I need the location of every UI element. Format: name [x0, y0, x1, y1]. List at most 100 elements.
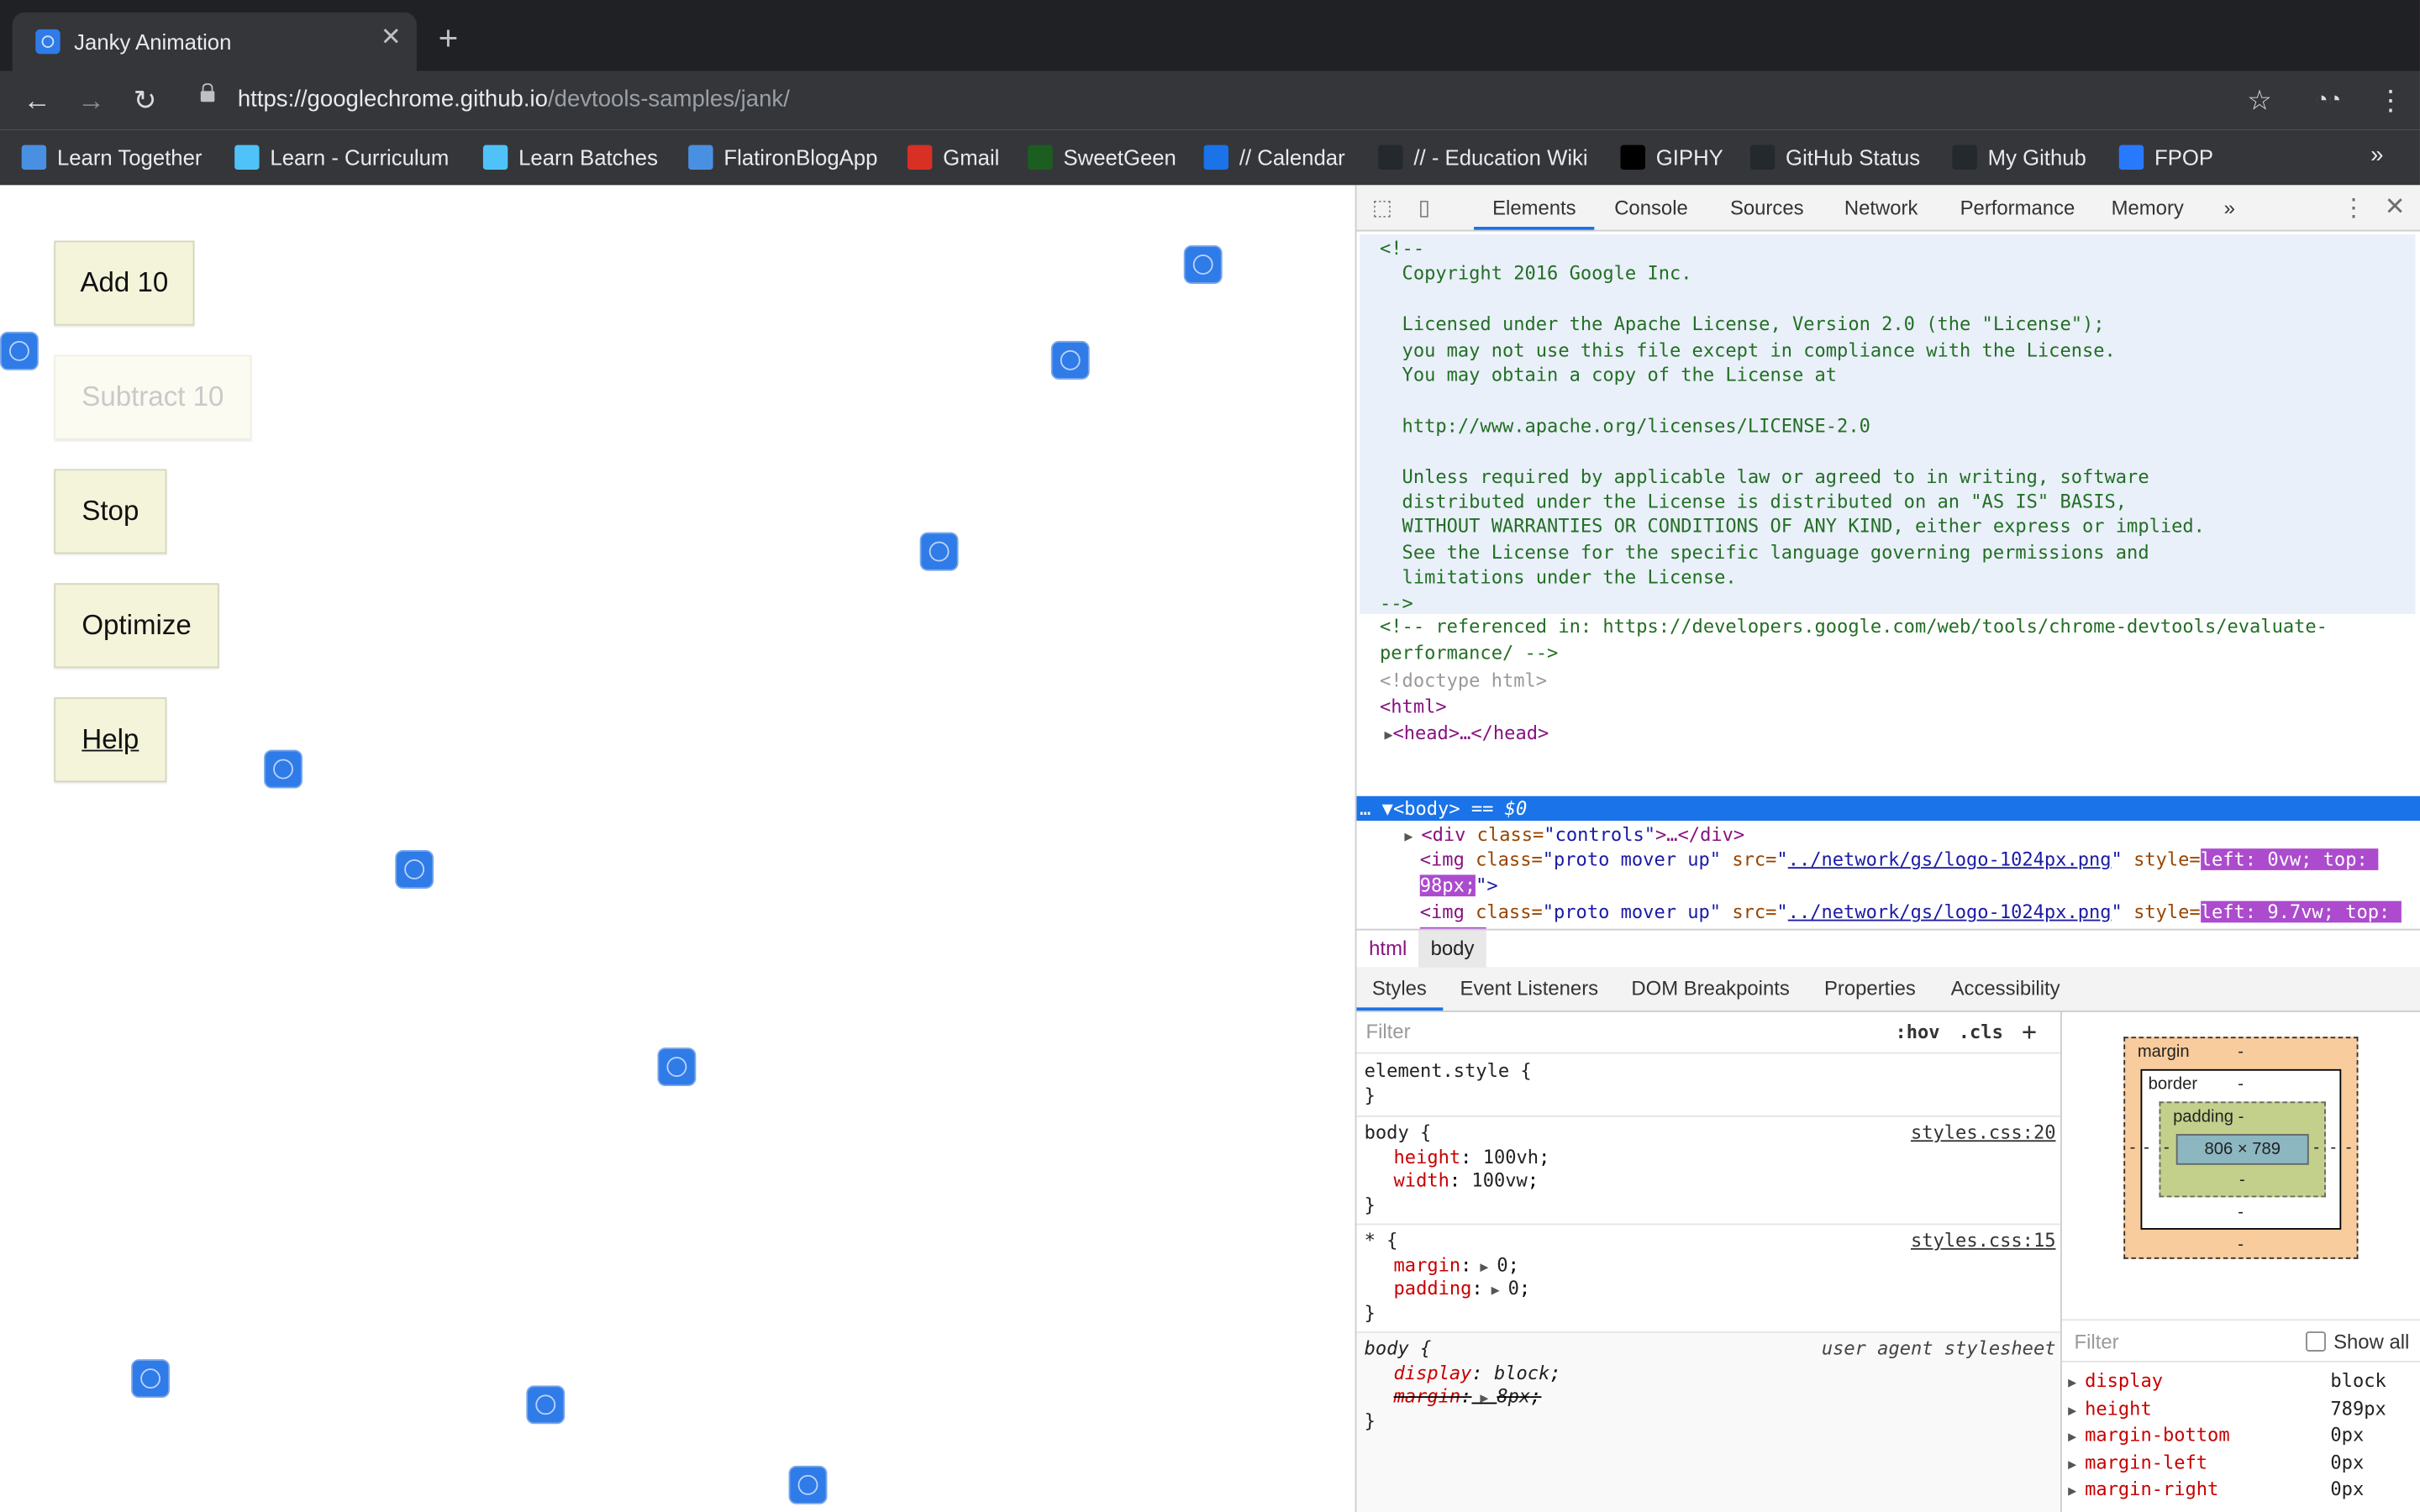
- tab-event-listeners[interactable]: Event Listeners: [1460, 977, 1599, 1000]
- show-all-checkbox[interactable]: [2306, 1331, 2326, 1352]
- inspect-element-icon[interactable]: ⬚: [1372, 194, 1392, 220]
- computed-property-row[interactable]: ▶ height 789px: [2068, 1397, 2417, 1423]
- device-toolbar-icon[interactable]: ▯: [1418, 194, 1430, 220]
- license-comment-line[interactable]: distributed under the License is distrib…: [1380, 489, 2128, 514]
- referenced-comment-line[interactable]: performance/ -->: [1380, 640, 1558, 666]
- styles-css-20-link[interactable]: styles.css:20: [1911, 1121, 2056, 1143]
- padding-bottom-value: -: [2239, 1171, 2245, 1190]
- bookmark-item[interactable]: Learn Batches: [482, 142, 658, 173]
- box-model-padding[interactable]: padding - - - - 806 × 789: [2159, 1101, 2326, 1198]
- img-style-continuation[interactable]: 98px;">: [1419, 874, 1498, 900]
- bookmark-item[interactable]: // Calendar: [1203, 142, 1345, 173]
- doctype-node[interactable]: <!doctype html>: [1380, 668, 1547, 694]
- tab-dom-breakpoints[interactable]: DOM Breakpoints: [1631, 977, 1789, 1000]
- help-link[interactable]: Help: [82, 723, 139, 756]
- reload-icon[interactable]: ↻: [128, 83, 161, 117]
- tab-memory[interactable]: Memory: [2112, 196, 2184, 219]
- bookmark-item[interactable]: GitHub Status: [1749, 142, 1920, 173]
- browser-tab[interactable]: Janky Animation ✕: [12, 12, 417, 71]
- bookmark-item[interactable]: SweetGeen: [1028, 142, 1176, 173]
- element-style-selector[interactable]: element.style {: [1365, 1060, 1532, 1084]
- sidebar-tabbar: Styles Event Listeners DOM Breakpoints P…: [1356, 967, 2420, 1012]
- computed-property-row[interactable]: ▶ margin-left 0px: [2068, 1451, 2417, 1477]
- hov-toggle[interactable]: :hov: [1895, 1021, 1939, 1043]
- bookmark-item[interactable]: Learn Together: [21, 142, 203, 173]
- computed-property-row[interactable]: ▶ display block: [2068, 1370, 2417, 1396]
- tab-properties[interactable]: Properties: [1824, 977, 1916, 1000]
- license-comment-line[interactable]: http://www.apache.org/licenses/LICENSE-2…: [1380, 413, 1870, 438]
- bookmark-favicon-icon: [1203, 144, 1229, 171]
- more-tabs-chevron-icon[interactable]: »: [2224, 196, 2235, 219]
- styles-filter-input[interactable]: Filter: [1365, 1020, 1410, 1043]
- license-comment-line[interactable]: -->: [1380, 591, 1413, 616]
- license-comment-line[interactable]: You may obtain a copy of the License at: [1380, 363, 1838, 388]
- close-tab-icon[interactable]: ✕: [381, 25, 402, 50]
- optimize-button[interactable]: Optimize: [54, 583, 219, 669]
- stop-button[interactable]: Stop: [54, 469, 167, 554]
- body-selector[interactable]: body {: [1365, 1121, 1432, 1145]
- display-declaration[interactable]: display: block;: [1394, 1362, 1561, 1386]
- img-mover-node[interactable]: <img class="proto mover up" src="../netw…: [1420, 847, 2380, 873]
- chrome-menu-icon[interactable]: ⋮: [2377, 83, 2405, 117]
- incognito-extension-icon[interactable]: ◔◔: [2315, 87, 2341, 111]
- styles-css-15-link[interactable]: styles.css:15: [1911, 1230, 2056, 1252]
- bookmark-item[interactable]: My Github: [1952, 142, 2086, 173]
- tab-sources[interactable]: Sources: [1730, 196, 1804, 219]
- license-comment-line[interactable]: Copyright 2016 Google Inc.: [1380, 261, 1692, 286]
- bookmark-star-icon[interactable]: ☆: [2247, 83, 2272, 117]
- box-model-margin[interactable]: margin - - - - border - - - - padding - …: [2123, 1037, 2359, 1259]
- tab-console[interactable]: Console: [1614, 196, 1688, 219]
- url-text[interactable]: https://googlechrome.github.io/devtools-…: [238, 87, 790, 113]
- help-button[interactable]: Help: [54, 697, 167, 783]
- height-declaration[interactable]: height: 100vh;: [1394, 1147, 1550, 1170]
- forward-arrow-icon[interactable]: →: [74, 83, 108, 117]
- add-10-button[interactable]: Add 10: [54, 240, 195, 326]
- back-arrow-icon[interactable]: ←: [20, 83, 54, 117]
- close-devtools-icon[interactable]: ✕: [2385, 192, 2406, 223]
- computed-property-row[interactable]: ▶ margin-right 0px: [2068, 1478, 2417, 1504]
- bookmark-item[interactable]: FlatironBlogApp: [688, 142, 877, 173]
- cls-toggle[interactable]: .cls: [1959, 1021, 2003, 1043]
- tab-elements[interactable]: Elements: [1492, 196, 1576, 219]
- license-comment-line[interactable]: See the License for the specific languag…: [1380, 539, 2149, 564]
- referenced-comment-line[interactable]: <!-- referenced in: https://developers.g…: [1380, 614, 2328, 640]
- subtract-10-button[interactable]: Subtract 10: [54, 354, 252, 440]
- license-comment-line[interactable]: limitations under the License.: [1380, 565, 1737, 591]
- bookmark-item[interactable]: GIPHY: [1620, 142, 1723, 173]
- ua-body-selector[interactable]: body {: [1365, 1337, 1432, 1361]
- star-selector[interactable]: * {: [1365, 1230, 1398, 1253]
- breadcrumb-html[interactable]: html: [1369, 937, 1407, 960]
- width-declaration[interactable]: width: 100vw;: [1394, 1169, 1539, 1193]
- tab-performance[interactable]: Performance: [1960, 196, 2075, 219]
- html-node[interactable]: <html>: [1380, 695, 1447, 721]
- computed-property-row[interactable]: ▶ margin-bottom 0px: [2068, 1424, 2417, 1450]
- license-comment-line[interactable]: Unless required by applicable law or agr…: [1380, 464, 2149, 489]
- margin-overridden-declaration[interactable]: margin: ▶ 8px;: [1394, 1385, 1542, 1412]
- new-tab-button[interactable]: +: [439, 21, 459, 55]
- bookmark-label: Learn Together: [56, 144, 203, 171]
- padding-declaration[interactable]: padding: ▶ 0;: [1394, 1278, 1531, 1305]
- license-comment-line[interactable]: WITHOUT WARRANTIES OR CONDITIONS OF ANY …: [1380, 514, 2205, 539]
- address-bar[interactable]: https://googlechrome.github.io/devtools-…: [182, 76, 2303, 123]
- box-model-border[interactable]: border - - - - padding - - - - 806 × 789: [2140, 1068, 2342, 1230]
- devtools-menu-icon[interactable]: ⋮: [2341, 193, 2365, 224]
- computed-filter-input[interactable]: Filter: [2075, 1330, 2119, 1353]
- bookmark-item[interactable]: Gmail: [907, 142, 999, 173]
- img-mover-node[interactable]: <img class="proto mover up" src="../netw…: [1420, 900, 2402, 926]
- tab-accessibility[interactable]: Accessibility: [1951, 977, 2060, 1000]
- tab-network[interactable]: Network: [1844, 196, 1918, 219]
- body-node-selected[interactable]: … ▼<body> == $0: [1356, 795, 2420, 822]
- license-comment-line[interactable]: Licensed under the Apache License, Versi…: [1380, 312, 2105, 337]
- devtools-panel: ⬚ ▯ Elements Console Sources Network Per…: [1355, 185, 2420, 1512]
- license-comment-line[interactable]: <!--: [1380, 236, 1424, 261]
- tab-styles[interactable]: Styles: [1372, 977, 1427, 1000]
- new-rule-plus-icon[interactable]: +: [2022, 1016, 2037, 1046]
- bookmark-item[interactable]: FPOP: [2118, 142, 2213, 173]
- bookmark-item[interactable]: // - Education Wiki: [1378, 142, 1588, 173]
- license-comment-line[interactable]: you may not use this file except in comp…: [1380, 337, 2116, 362]
- box-model-content-size[interactable]: 806 × 789: [2175, 1133, 2309, 1165]
- breadcrumb-body[interactable]: body: [1418, 930, 1487, 968]
- bookmark-item[interactable]: Learn - Curriculum: [234, 142, 449, 173]
- bookmarks-more-chevron-icon[interactable]: »: [2370, 142, 2383, 168]
- head-node[interactable]: ▶<head>…</head>: [1385, 721, 1549, 750]
